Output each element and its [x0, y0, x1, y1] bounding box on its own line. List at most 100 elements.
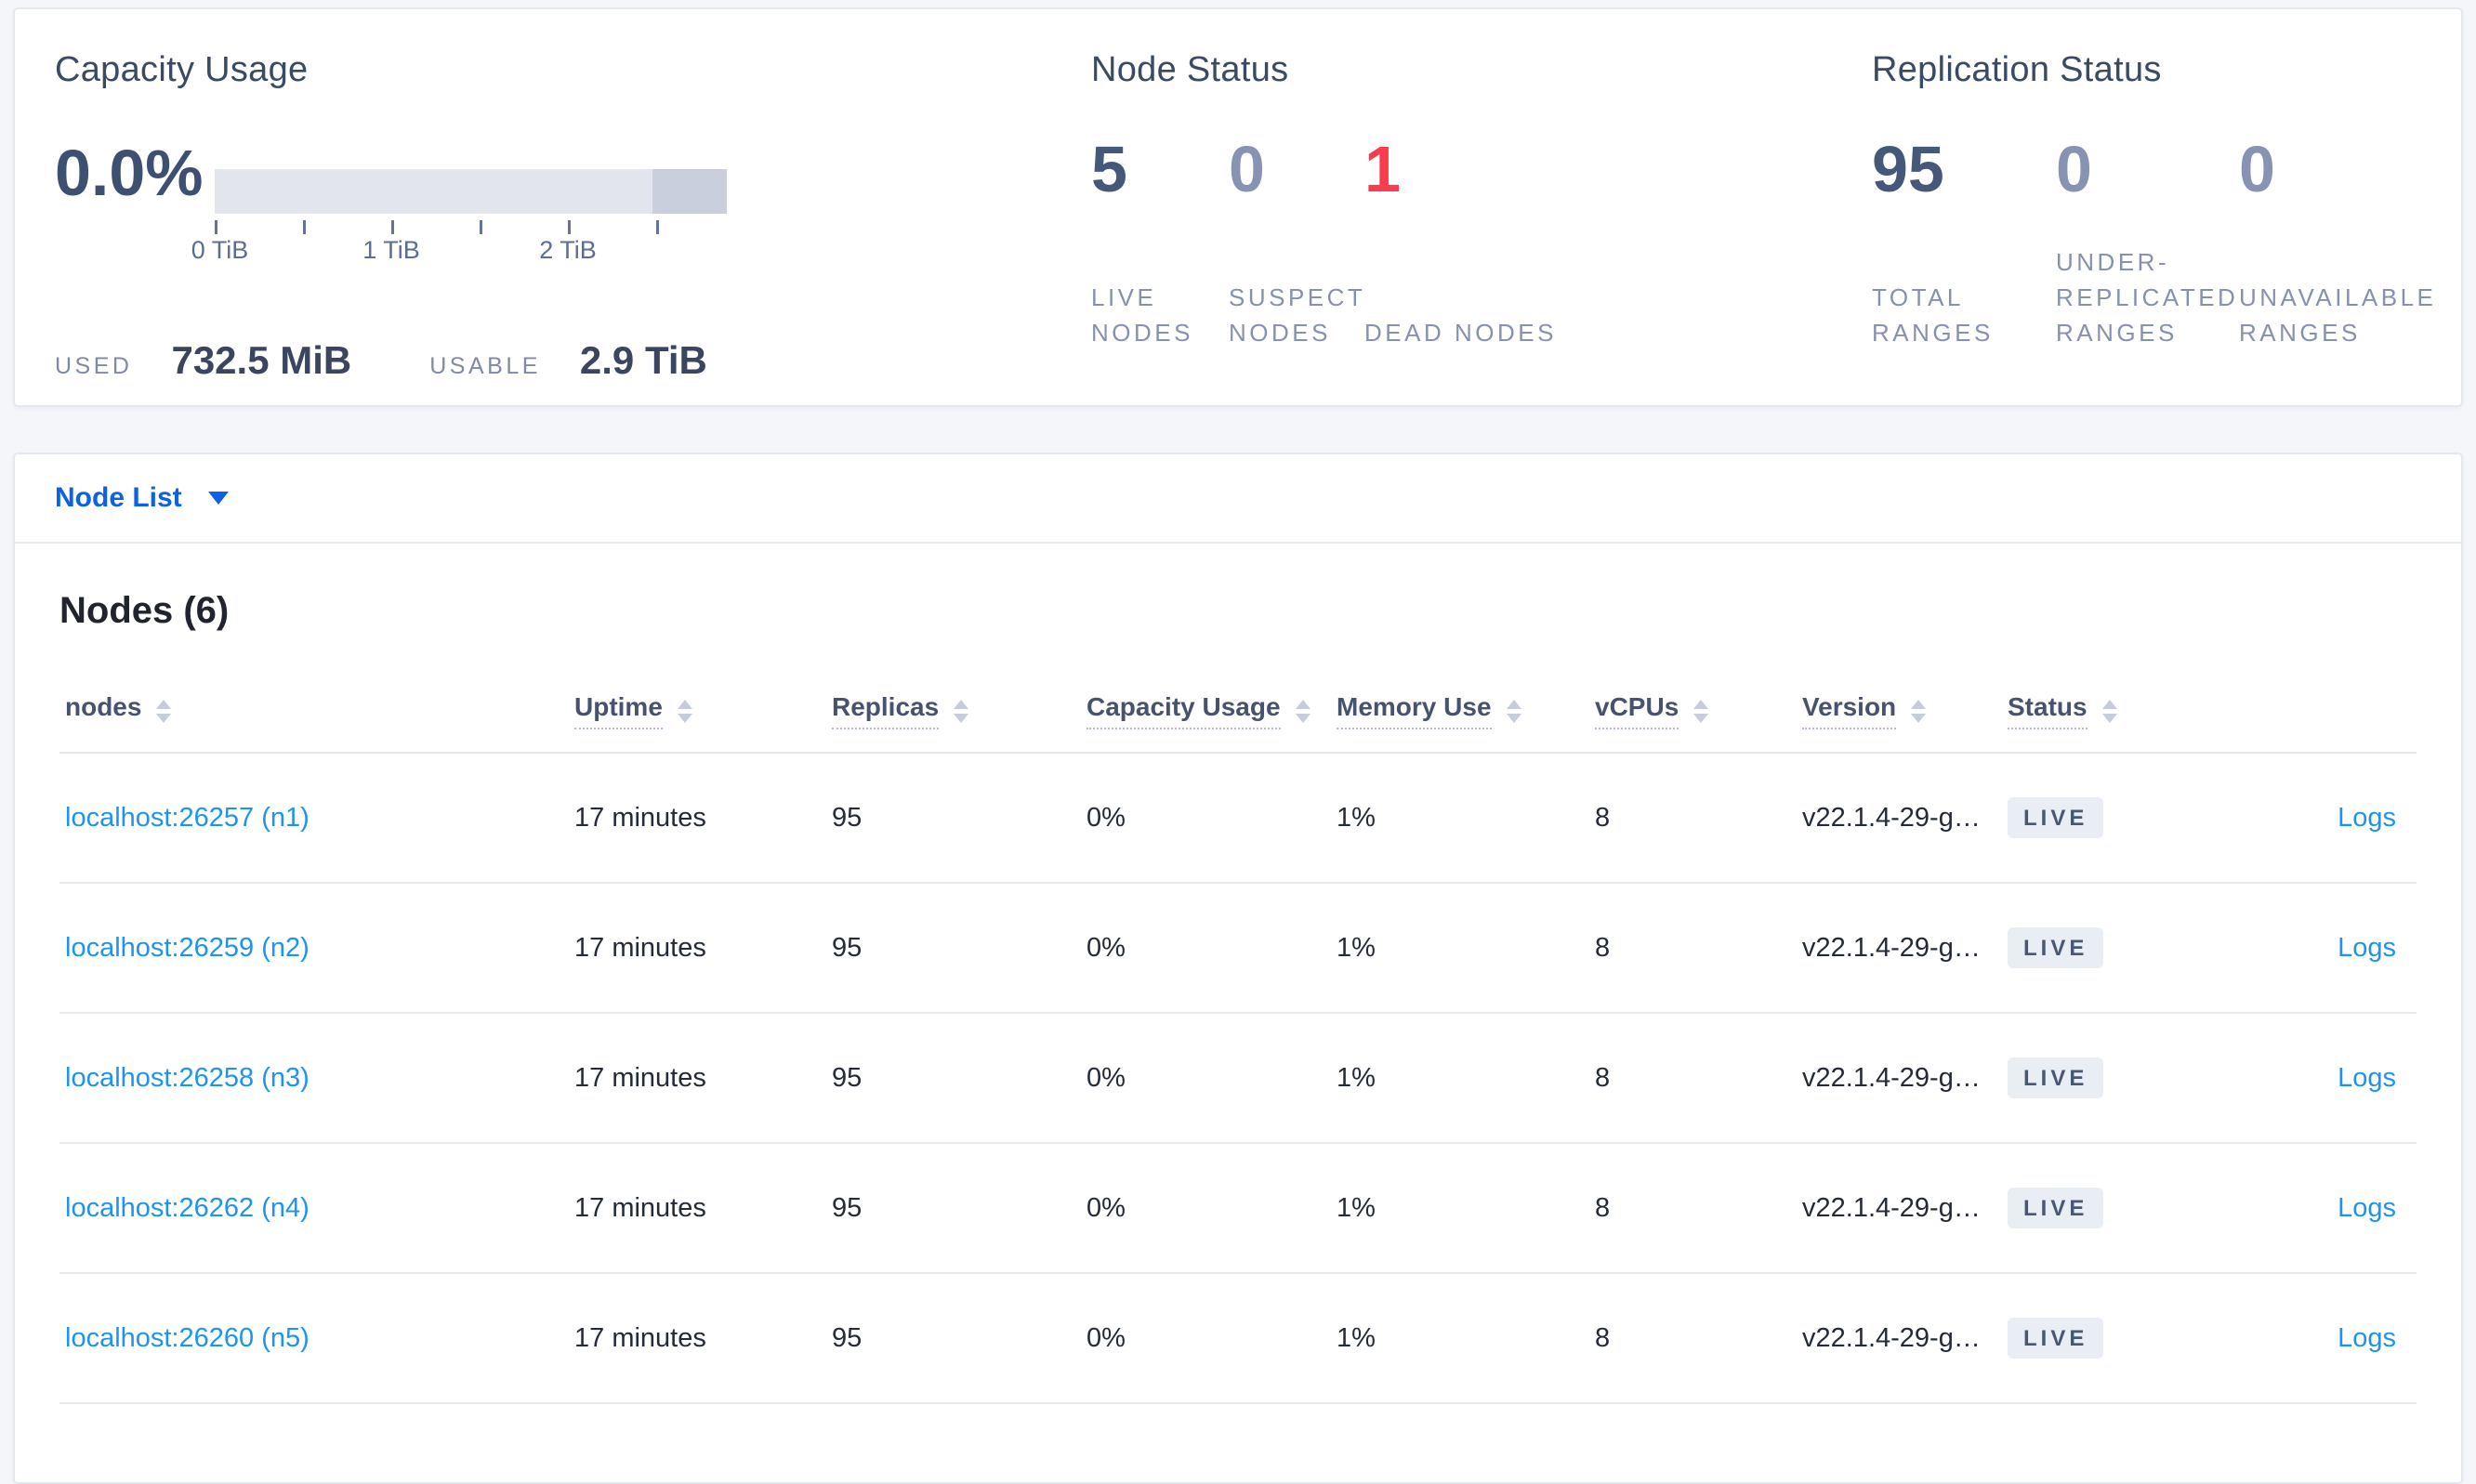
capacity-usage-title: Capacity Usage: [55, 50, 309, 89]
table-row: localhost:26258 (n3) 17 minutes 95 0% 1%…: [59, 1014, 2417, 1144]
axis-tick: [656, 220, 660, 234]
capacity-bar: [215, 169, 727, 214]
status-badge: LIVE: [2008, 1188, 2104, 1228]
vcpus-cell: 8: [1595, 1062, 1611, 1093]
replicas-cell: 95: [832, 932, 863, 963]
replication-status-title: Replication Status: [1872, 50, 2162, 89]
node-status-title: Node Status: [1091, 50, 1289, 89]
column-header-version[interactable]: Version: [1802, 692, 2008, 729]
total-ranges-stat: 95 TOTAL RANGES: [1872, 137, 2056, 350]
status-cell: LIVE: [2008, 1188, 2205, 1228]
table-header-row: nodes Uptime Replicas Capacity Usage Mem…: [59, 633, 2417, 754]
logs-link[interactable]: Logs: [2338, 933, 2396, 963]
sort-icon[interactable]: [677, 699, 692, 723]
memory-cell: 1%: [1337, 1192, 1376, 1223]
capacity-usage-chart: 0.0% 0 TiB 1 TiB 2 TiB: [55, 114, 1040, 268]
view-selector-bar: Node List: [15, 454, 2461, 544]
node-link[interactable]: localhost:26262 (n4): [65, 1193, 310, 1223]
usable-value: 2.9 TiB: [579, 338, 707, 382]
memory-cell: 1%: [1337, 1322, 1376, 1353]
table-row: localhost:26260 (n5) 17 minutes 95 0% 1%…: [59, 1274, 2417, 1404]
replicas-cell: 95: [832, 1322, 863, 1353]
node-link[interactable]: localhost:26258 (n3): [65, 1063, 310, 1093]
memory-cell: 1%: [1337, 1062, 1376, 1093]
used-value: 732.5 MiB: [171, 338, 352, 382]
node-link-cell: localhost:26262 (n4): [59, 1193, 574, 1224]
table-row: localhost:26257 (n1) 17 minutes 95 0% 1%…: [59, 754, 2417, 884]
sort-icon[interactable]: [954, 699, 969, 723]
dead-nodes-value: 1: [1364, 133, 1401, 205]
status-badge: LIVE: [2008, 1057, 2104, 1098]
node-link[interactable]: localhost:26260 (n5): [65, 1323, 310, 1353]
suspect-nodes-stat: 0 SUSPECT NODES: [1229, 137, 1364, 350]
node-link-cell: localhost:26259 (n2): [59, 933, 574, 964]
vcpus-cell: 8: [1595, 1322, 1611, 1353]
node-link-cell: localhost:26258 (n3): [59, 1063, 574, 1094]
sort-icon[interactable]: [156, 699, 172, 723]
sort-icon[interactable]: [1506, 699, 1521, 723]
capacity-axis-labels: 0 TiB 1 TiB 2 TiB: [191, 236, 727, 268]
vcpus-cell: 8: [1595, 1192, 1611, 1223]
under-replicated-ranges-stat: 0 UNDER-REPLICATED RANGES: [2056, 137, 2239, 350]
column-header-nodes[interactable]: nodes: [59, 692, 574, 729]
status-badge: LIVE: [2008, 797, 2104, 838]
logs-link[interactable]: Logs: [2338, 803, 2396, 833]
capacity-cell: 0%: [1087, 932, 1126, 963]
status-badge: LIVE: [2008, 1318, 2104, 1359]
uptime-cell: 17 minutes: [574, 1322, 706, 1353]
capacity-cell: 0%: [1087, 1062, 1126, 1093]
usable-label: USABLE: [429, 353, 541, 379]
unavailable-ranges-value: 0: [2239, 133, 2275, 205]
capacity-usage-figures: USED 732.5 MiB USABLE 2.9 TiB: [55, 338, 1040, 383]
nodes-table-section: Nodes (6) nodes Uptime Replicas Capacity…: [15, 588, 2461, 1404]
version-cell: v22.1.4-29-g…: [1802, 1062, 1981, 1093]
sort-icon[interactable]: [1295, 699, 1310, 723]
axis-tick: [302, 220, 306, 234]
column-header-memory-use[interactable]: Memory Use: [1337, 692, 1595, 729]
logs-cell: Logs: [2205, 1063, 2417, 1094]
version-cell: v22.1.4-29-g…: [1802, 1192, 1981, 1223]
node-link[interactable]: localhost:26257 (n1): [65, 803, 310, 833]
axis-tick: [215, 220, 217, 234]
logs-link[interactable]: Logs: [2338, 1063, 2396, 1093]
status-cell: LIVE: [2008, 1057, 2205, 1098]
under-replicated-ranges-value: 0: [2056, 133, 2092, 205]
sort-icon[interactable]: [1911, 699, 1927, 723]
replication-stats: 95 TOTAL RANGES 0 UNDER-REPLICATED RANGE…: [1872, 137, 2439, 350]
version-cell: v22.1.4-29-g…: [1802, 802, 1981, 833]
sort-icon[interactable]: [1693, 699, 1709, 723]
node-list-dropdown[interactable]: Node List: [55, 482, 182, 514]
uptime-cell: 17 minutes: [574, 932, 706, 963]
column-header-vcpus[interactable]: vCPUs: [1595, 692, 1802, 729]
column-header-capacity-usage[interactable]: Capacity Usage: [1087, 692, 1337, 729]
column-header-status[interactable]: Status: [2008, 692, 2205, 729]
uptime-cell: 17 minutes: [574, 802, 706, 833]
node-status-section: Node Status 5 LIVE NODES 0 SUSPECT NODES…: [1091, 50, 1742, 350]
sort-icon[interactable]: [2101, 699, 2117, 723]
table-row: localhost:26259 (n2) 17 minutes 95 0% 1%…: [59, 884, 2417, 1014]
replicas-cell: 95: [832, 1192, 863, 1223]
logs-link[interactable]: Logs: [2338, 1193, 2396, 1223]
replication-status-section: Replication Status 95 TOTAL RANGES 0 UND…: [1872, 50, 2439, 350]
node-status-stats: 5 LIVE NODES 0 SUSPECT NODES 1 DEAD NODE…: [1091, 137, 1742, 350]
column-header-replicas[interactable]: Replicas: [832, 692, 1087, 729]
chevron-down-icon[interactable]: [207, 492, 229, 505]
memory-cell: 1%: [1337, 802, 1376, 833]
logs-link[interactable]: Logs: [2338, 1323, 2396, 1353]
node-list-card: Node List Nodes (6) nodes Uptime Replica…: [13, 453, 2463, 1484]
vcpus-cell: 8: [1595, 932, 1611, 963]
node-link[interactable]: localhost:26259 (n2): [65, 933, 310, 963]
column-header-uptime[interactable]: Uptime: [574, 692, 832, 729]
logs-cell: Logs: [2205, 803, 2417, 834]
capacity-cell: 0%: [1087, 802, 1126, 833]
dead-nodes-stat: 1 DEAD NODES: [1364, 137, 1557, 350]
version-cell: v22.1.4-29-g…: [1802, 932, 1981, 963]
total-ranges-label: TOTAL RANGES: [1872, 283, 1994, 347]
live-nodes-label: LIVE NODES: [1091, 283, 1193, 347]
table-row: localhost:26262 (n4) 17 minutes 95 0% 1%…: [59, 1144, 2417, 1274]
capacity-cell: 0%: [1087, 1322, 1126, 1353]
axis-label-1tib: 1 TiB: [362, 236, 420, 264]
nodes-heading: Nodes (6): [59, 590, 230, 631]
version-cell: v22.1.4-29-g…: [1802, 1322, 1981, 1353]
live-nodes-value: 5: [1091, 133, 1127, 205]
